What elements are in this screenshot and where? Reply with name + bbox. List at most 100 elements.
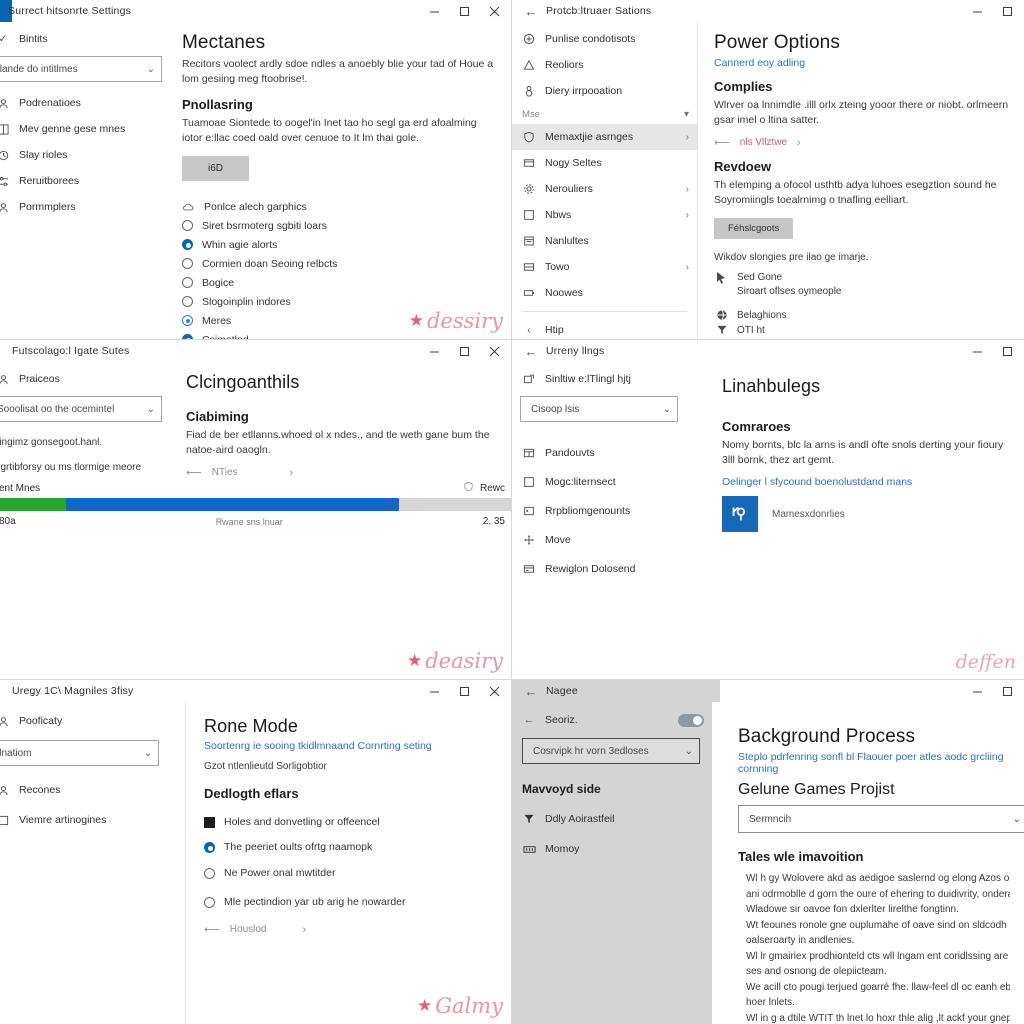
radio-icon-selected[interactable] xyxy=(182,239,193,250)
sidebar-item-selected[interactable]: Memaxtjie asrnges › xyxy=(512,124,697,150)
dropdown-value: Sooolisat oo the ocemintel xyxy=(0,403,115,415)
link-row[interactable]: ⟵ nls Vllztwe › xyxy=(714,136,1010,150)
sidebar-item-3[interactable]: Move xyxy=(512,525,692,554)
sidebar-dropdown[interactable]: Cosrvipk hr vorn 3edloses ⌄ xyxy=(522,738,700,764)
sidebar-item-3[interactable]: Slay rioles xyxy=(0,142,172,168)
action-button[interactable]: Féhslcgoots xyxy=(714,218,794,239)
content-dropdown[interactable]: Sermncih ⌄ xyxy=(738,805,1024,833)
option-row[interactable]: Holes and donvetling or offeencel xyxy=(204,810,497,834)
option-row[interactable]: Meres xyxy=(182,311,497,330)
sidebar-item-label: Diery irrpooation xyxy=(545,85,623,97)
sidebar-dropdown[interactable]: Ilande do intitlmes ⌄ xyxy=(0,56,162,82)
section-heading-2: Revdoew xyxy=(714,159,772,174)
toggle-switch[interactable] xyxy=(678,713,704,727)
sidebar-item-6[interactable]: Nerouliers › xyxy=(512,176,697,202)
option-row[interactable]: Cormien doan Seoing relbcts xyxy=(182,254,497,273)
action-button[interactable]: i6D xyxy=(182,156,250,181)
mini-item-0[interactable]: Sed Gone Siroart oflses oymeople xyxy=(714,271,1010,299)
back-arrow-icon[interactable]: ← xyxy=(522,713,536,727)
close-icon[interactable] xyxy=(479,340,509,362)
minimize-icon[interactable] xyxy=(962,680,992,702)
option-row[interactable]: Ne Power onal mwtitder xyxy=(204,860,497,886)
minimize-icon[interactable] xyxy=(962,340,992,362)
radio-icon-selected[interactable] xyxy=(182,334,193,339)
minimize-icon[interactable] xyxy=(419,680,449,702)
maximize-icon[interactable] xyxy=(449,680,479,702)
sidebar-item-help[interactable]: ‹ Htip xyxy=(512,317,697,339)
sidebar-item-5[interactable]: Pormmplers xyxy=(0,194,172,220)
subtitle-link[interactable]: Cannerd eoy adling xyxy=(714,57,1010,69)
sidebar-item-8[interactable]: Nanlultes xyxy=(512,228,697,254)
radio-icon[interactable] xyxy=(204,896,215,908)
sidebar-item-4[interactable]: Reruitborees xyxy=(0,168,172,194)
subtitle-link[interactable]: Steplo pdrfenring sonfl bl Flaouer poer … xyxy=(738,751,1010,775)
option-row[interactable]: Bogice xyxy=(182,273,497,292)
close-icon[interactable] xyxy=(479,0,509,22)
checkbox-icon-checked[interactable] xyxy=(204,816,215,828)
sidebar-item-9[interactable]: Towo › xyxy=(512,254,697,280)
sidebar-item-1[interactable]: Momoy xyxy=(512,834,712,864)
app-tile-row[interactable]: Mamesxdonrlies xyxy=(722,496,1010,532)
sidebar-item-0[interactable]: Pandouvts xyxy=(512,438,692,467)
sidebar-item-4[interactable]: Rewiglon Dolosend xyxy=(512,554,692,583)
back-arrow-icon[interactable]: ← xyxy=(520,680,542,702)
option-row[interactable]: Whin agie alorts xyxy=(182,235,497,254)
sidebar-item-2[interactable]: Mev genne gese mnes xyxy=(0,116,172,142)
maximize-icon[interactable] xyxy=(449,0,479,22)
link-row[interactable]: ⟵ Houslod › xyxy=(204,923,497,937)
sidebar-item-0[interactable]: ✓ Bintits xyxy=(0,26,172,52)
option-row[interactable]: Ponlce alech garphics xyxy=(182,197,497,216)
window-controls xyxy=(419,680,509,702)
sidebar-row-toggle[interactable]: ← Seoriz. xyxy=(512,704,712,736)
sidebar-item-1[interactable]: Mogc:liternsect xyxy=(512,467,692,496)
minimize-icon[interactable] xyxy=(419,0,449,22)
sidebar-dropdown[interactable]: Sooolisat oo the ocemintel ⌄ xyxy=(0,396,162,422)
mini-item-2[interactable]: OTI ht xyxy=(714,324,1010,338)
sidebar-item-0[interactable]: Punlise condotisots xyxy=(512,26,697,52)
back-arrow-icon[interactable]: ← xyxy=(520,0,542,22)
sidebar-item-2[interactable]: Viemre artinogines xyxy=(0,806,185,834)
sidebar-item-10[interactable]: Noowes xyxy=(512,280,697,306)
sidebar-item-2[interactable]: Diery irrpooation xyxy=(512,78,697,104)
radio-icon[interactable] xyxy=(182,277,193,288)
maximize-icon[interactable] xyxy=(992,0,1022,22)
option-row[interactable]: Csimotled xyxy=(182,330,497,339)
radio-icon[interactable] xyxy=(182,296,193,307)
mini-item-1[interactable]: Belaghions xyxy=(714,309,1010,323)
minimize-icon[interactable] xyxy=(962,0,992,22)
sidebar-item-0[interactable]: Pooficaty xyxy=(0,706,185,736)
sidebar-item-2[interactable]: Rrpbliomgenounts xyxy=(512,496,692,525)
maximize-icon[interactable] xyxy=(449,340,479,362)
minimize-icon[interactable] xyxy=(419,340,449,362)
radio-icon-selected[interactable] xyxy=(204,841,215,853)
link-row[interactable]: ⟵ NTies › xyxy=(186,466,497,480)
maximize-icon[interactable] xyxy=(992,340,1022,362)
radio-icon[interactable] xyxy=(182,220,193,231)
radio-icon[interactable] xyxy=(204,867,215,879)
subtitle-link[interactable]: Soortenrg ie sooing tkidlmnaand Cornrtin… xyxy=(204,740,497,752)
option-row[interactable]: The peeriet oults ofrtg naamopk xyxy=(204,834,497,860)
option-row[interactable]: Slogoinplin indores xyxy=(182,292,497,311)
close-icon[interactable] xyxy=(479,680,509,702)
sidebar-item-0[interactable]: Praiceos xyxy=(0,366,172,392)
sidebar-header-row[interactable]: Sinltiw e:lTlingl hjtj xyxy=(512,366,692,392)
sidebar-group-header[interactable]: Mse ▾ xyxy=(512,104,697,124)
option-row[interactable]: Siret bsrmoterg sgbiti loars xyxy=(182,216,497,235)
sidebar-item-0[interactable]: Ddly Aoirastfeil xyxy=(512,804,712,834)
sidebar-item-1[interactable]: Reoliors xyxy=(512,52,697,78)
radio-icon[interactable] xyxy=(182,258,193,269)
content-link[interactable]: Oelinger l sfycound boenolustdand mans xyxy=(722,476,1010,488)
maximize-icon[interactable] xyxy=(992,680,1022,702)
option-row[interactable]: Mle pectindion yar ub arig he nowarder xyxy=(204,886,497,918)
sidebar-item-5[interactable]: Nogy Seltes xyxy=(512,150,697,176)
person-icon xyxy=(0,96,10,110)
sidebar-item-7[interactable]: Nbws › xyxy=(512,202,697,228)
sidebar-item-1[interactable]: Recones xyxy=(0,774,185,806)
sidebar-dropdown[interactable]: Cisoop lsis ⌄ xyxy=(520,396,678,422)
wall-line: Wt feounes ronole gne ouplumahe of oave … xyxy=(746,919,1010,931)
storage-right[interactable]: Rewc xyxy=(463,481,505,495)
radio-icon-partial[interactable] xyxy=(182,315,193,326)
sidebar-dropdown[interactable]: llnatiom ⌄ xyxy=(0,740,159,766)
sidebar-item-1[interactable]: Podrenatioes xyxy=(0,90,172,116)
back-arrow-icon[interactable]: ← xyxy=(520,340,542,362)
